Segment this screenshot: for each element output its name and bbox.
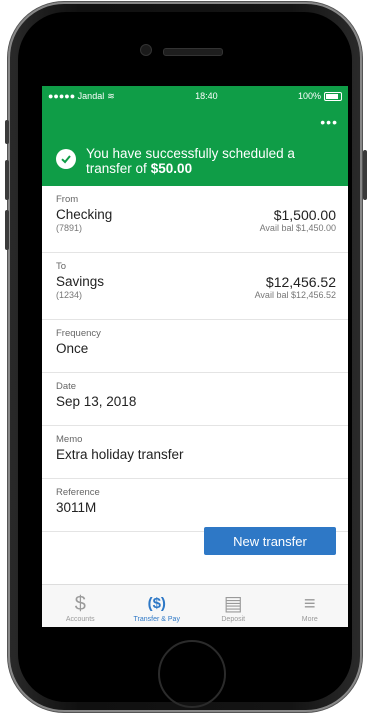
to-account-name: Savings xyxy=(56,274,105,289)
tab-transfer-pay[interactable]: ($) Transfer & Pay xyxy=(119,585,196,627)
date-label: Date xyxy=(56,381,77,392)
earpiece-speaker xyxy=(163,48,223,56)
tab-more[interactable]: ≡ More xyxy=(272,585,349,627)
to-account-number: (1234) xyxy=(56,290,83,300)
reference-row: Reference 3011M xyxy=(42,479,348,532)
memo-row: Memo Extra holiday transfer xyxy=(42,426,348,479)
battery-icon xyxy=(324,91,342,101)
status-bar: ●●●●● Jandal ≋ 18:40 100% xyxy=(42,86,348,106)
volume-up-button xyxy=(5,160,9,200)
wifi-icon: ≋ xyxy=(107,90,115,101)
tab-accounts-label: Accounts xyxy=(65,616,95,623)
clock: 18:40 xyxy=(195,91,218,101)
from-account-row: From Checking (7891) $1,500.00 Avail bal… xyxy=(42,186,348,253)
to-account-row: To Savings (1234) $12,456.52 Avail bal $… xyxy=(42,253,348,320)
dollar-icon: $ xyxy=(74,593,86,615)
tab-accounts[interactable]: $ Accounts xyxy=(42,585,119,627)
frequency-label: Frequency xyxy=(56,328,101,339)
check-deposit-icon: ▤ xyxy=(223,593,243,615)
date-row: Date Sep 13, 2018 xyxy=(42,373,348,426)
to-balance: $12,456.52 xyxy=(265,274,336,290)
from-available-balance: Avail bal $1,450.00 xyxy=(259,223,336,233)
to-label: To xyxy=(56,261,67,272)
new-transfer-button[interactable]: New transfer xyxy=(204,527,336,555)
home-button[interactable] xyxy=(158,640,226,708)
from-account-number: (7891) xyxy=(56,223,83,233)
tab-more-label: More xyxy=(301,616,318,623)
mute-switch xyxy=(5,120,9,144)
from-label: From xyxy=(56,194,79,205)
memo-value: Extra holiday transfer xyxy=(56,447,184,462)
reference-value: 3011M xyxy=(56,500,97,515)
tab-deposit-label: Deposit xyxy=(221,616,246,623)
tab-deposit[interactable]: ▤ Deposit xyxy=(195,585,272,627)
more-options-icon[interactable]: ••• xyxy=(320,114,338,130)
power-button xyxy=(363,150,367,200)
reference-label: Reference xyxy=(56,487,100,498)
memo-label: Memo xyxy=(56,434,83,445)
transfer-icon: ($) xyxy=(147,595,166,612)
frequency-row: Frequency Once xyxy=(42,320,348,373)
success-banner: ••• You have successfully scheduled a tr… xyxy=(42,106,348,186)
volume-down-button xyxy=(5,210,9,250)
transfer-amount: $50.00 xyxy=(150,161,193,176)
checkmark-icon xyxy=(56,149,76,169)
date-value: Sep 13, 2018 xyxy=(56,394,137,409)
tab-transfer-pay-label: Transfer & Pay xyxy=(133,616,180,623)
battery-percent: 100% xyxy=(297,91,321,101)
app-screen: ●●●●● Jandal ≋ 18:40 100% ••• You have s… xyxy=(42,86,348,627)
to-available-balance: Avail bal $12,456.52 xyxy=(254,290,336,300)
menu-icon: ≡ xyxy=(303,593,316,615)
frequency-value: Once xyxy=(56,341,89,356)
tab-bar: $ Accounts ($) Transfer & Pay ▤ Deposit … xyxy=(42,584,348,627)
success-message: You have successfully scheduled a transf… xyxy=(86,146,338,176)
front-camera xyxy=(140,44,152,56)
from-balance: $1,500.00 xyxy=(273,207,336,223)
from-account-name: Checking xyxy=(56,207,113,222)
carrier-label: ●●●●● Jandal xyxy=(48,91,105,101)
